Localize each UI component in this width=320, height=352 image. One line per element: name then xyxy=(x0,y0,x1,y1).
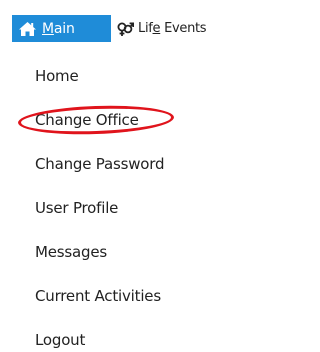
menu-item-logout[interactable]: Logout xyxy=(35,331,85,349)
tab-life-events-label: Life Events xyxy=(138,21,207,36)
tab-life-events[interactable]: Life Events xyxy=(112,15,246,42)
page: Main Life Events Home Change Office Chan… xyxy=(0,0,246,352)
tab-main[interactable]: Main xyxy=(12,15,111,42)
menu-item-change-password[interactable]: Change Password xyxy=(35,155,164,173)
gender-icon xyxy=(117,21,134,37)
menu-item-user-profile[interactable]: User Profile xyxy=(35,199,118,217)
menu-item-home[interactable]: Home xyxy=(35,67,79,85)
menu-item-current-activities[interactable]: Current Activities xyxy=(35,287,161,305)
tab-main-label: Main xyxy=(42,20,75,37)
menu-item-messages[interactable]: Messages xyxy=(35,243,107,261)
tab-bar: Main Life Events xyxy=(0,0,246,42)
menu-item-change-office[interactable]: Change Office xyxy=(35,111,139,129)
home-icon xyxy=(18,21,37,37)
